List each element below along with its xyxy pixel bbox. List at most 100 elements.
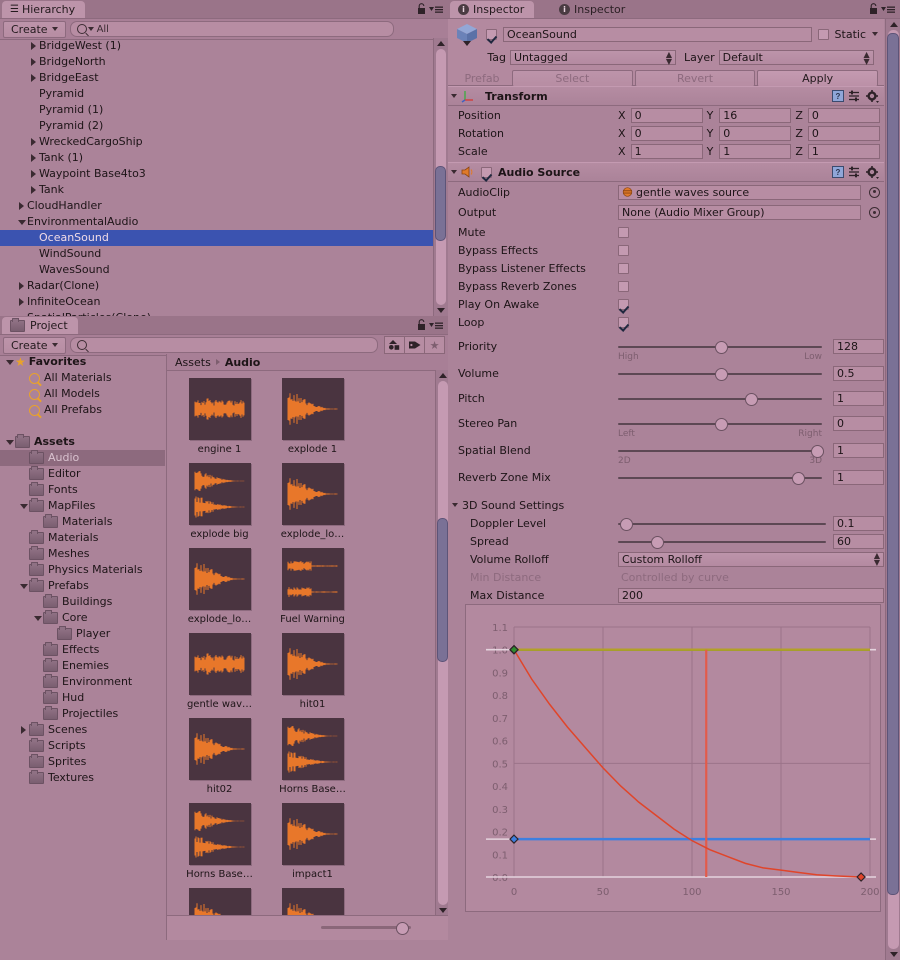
project-tree-item-materials[interactable]: Materials (0, 514, 165, 530)
tree-twisty[interactable] (28, 170, 39, 178)
project-tree-item-buildings[interactable]: Buildings (0, 594, 165, 610)
asset-thumbnail[interactable] (281, 463, 344, 525)
preset-icon[interactable] (849, 90, 861, 102)
project-tree-item-all-prefabs[interactable]: All Prefabs (0, 402, 165, 418)
project-tree-item-scripts[interactable]: Scripts (0, 738, 165, 754)
asset-zoom-slider-knob[interactable] (396, 922, 409, 935)
project-tree-item-projectiles[interactable]: Projectiles (0, 706, 165, 722)
hierarchy-item-environmentalaudio[interactable]: EnvironmentalAudio (0, 214, 433, 230)
transform-rotation-y-input[interactable]: 0 (719, 125, 792, 141)
breadcrumb[interactable]: Assets Audio (167, 354, 449, 371)
chevron-down-icon[interactable] (451, 94, 457, 98)
hierarchy-item-bridgeeast[interactable]: BridgeEast (0, 70, 433, 86)
asset-item[interactable]: engine 1 (179, 378, 260, 455)
audiosource-header[interactable]: Audio Source ? (448, 162, 884, 182)
transform-header[interactable]: Transform ? (448, 86, 884, 106)
project-tree-item-fonts[interactable]: Fonts (0, 482, 165, 498)
filter-by-type-button[interactable] (384, 336, 405, 354)
project-tree-item-meshes[interactable]: Meshes (0, 546, 165, 562)
panel-menu-icon[interactable] (429, 321, 443, 330)
hierarchy-item-bridgenorth[interactable]: BridgeNorth (0, 54, 433, 70)
tree-twisty[interactable] (4, 439, 15, 445)
static-checkbox[interactable] (817, 28, 829, 40)
project-create-button[interactable]: Create (3, 336, 66, 354)
transform-scale-x-input[interactable]: 1 (630, 143, 703, 159)
asset-thumbnail[interactable] (188, 633, 251, 695)
audio-slider-pitch-value-field[interactable]: 1 (833, 390, 884, 406)
doppler-slider[interactable] (618, 516, 826, 531)
audio-slider-stereo-pan-knob[interactable] (715, 417, 728, 431)
hierarchy-item-radar-clone[interactable]: Radar(Clone) (0, 278, 433, 294)
tree-twisty[interactable] (16, 202, 27, 210)
spread-value-field[interactable]: 60 (833, 533, 884, 549)
asset-item[interactable]: explode 1 (272, 378, 353, 455)
scroll-down-arrow-icon[interactable] (886, 949, 900, 960)
tab-hierarchy[interactable]: ☰ Hierarchy (2, 1, 86, 18)
audioclip-field[interactable]: gentle waves source (618, 184, 861, 200)
lock-icon[interactable] (417, 319, 426, 330)
chevron-down-icon[interactable] (451, 170, 457, 174)
scroll-up-arrow-icon[interactable] (434, 38, 448, 49)
output-picker-icon[interactable] (869, 207, 880, 218)
audioclip-picker-icon[interactable] (869, 186, 880, 198)
prefab-select-button[interactable]: Select (512, 69, 633, 87)
hierarchy-tree[interactable]: BridgeWest (1) BridgeNorth BridgeEast Pyram… (0, 38, 433, 316)
project-tree-item-player[interactable]: Player (0, 626, 165, 642)
audio-slider-reverb-zone-mix-track[interactable] (618, 470, 822, 485)
layer-dropdown[interactable]: Default ▲ ▼ (718, 50, 874, 65)
doppler-slider-knob[interactable] (620, 517, 633, 531)
tree-twisty[interactable] (32, 615, 43, 621)
asset-item[interactable]: impact2 (179, 888, 260, 916)
hierarchy-item-waypoint-base4to3[interactable]: Waypoint Base4to3 (0, 166, 433, 182)
audio-toggle-loop-checkbox[interactable] (618, 316, 629, 328)
favorites-button[interactable]: ★ (425, 336, 445, 354)
scroll-up-arrow-icon[interactable] (886, 19, 900, 30)
audio-slider-priority-value-field[interactable]: 128 (833, 338, 884, 354)
audio-slider-volume-track[interactable] (618, 366, 822, 381)
gear-icon[interactable] (866, 165, 879, 179)
prefab-apply-button[interactable]: Apply (757, 69, 879, 87)
audiosource-enabled-checkbox[interactable] (481, 166, 492, 178)
asset-item[interactable]: explode big (179, 463, 260, 540)
transform-rotation-z-input[interactable]: 0 (807, 125, 880, 141)
transform-position-z-input[interactable]: 0 (807, 107, 880, 123)
audio-toggle-play-on-awake-checkbox[interactable] (618, 298, 629, 310)
asset-item[interactable]: explode_lo… (179, 548, 260, 625)
project-tree-item-assets[interactable]: Assets (0, 434, 165, 450)
transform-position-y-input[interactable]: 16 (719, 107, 792, 123)
project-tree-item-prefabs[interactable]: Prefabs (0, 578, 165, 594)
spread-slider-knob[interactable] (651, 535, 664, 549)
hierarchy-item-windsound[interactable]: WindSound (0, 246, 433, 262)
tree-twisty[interactable] (18, 583, 29, 589)
asset-grid[interactable]: engine 1 explode 1 explode big explode_lo… e… (167, 370, 435, 916)
hierarchy-item-wreckedcargoship[interactable]: WreckedCargoShip (0, 134, 433, 150)
tree-twisty[interactable] (18, 503, 29, 509)
hierarchy-item-wavessound[interactable]: WavesSound (0, 262, 433, 278)
audio-slider-stereo-pan-track[interactable] (618, 416, 822, 431)
help-icon[interactable]: ? (832, 90, 844, 102)
asset-item[interactable]: gentle wav… (179, 633, 260, 710)
transform-scale-z-input[interactable]: 1 (807, 143, 880, 159)
panel-menu-icon[interactable] (429, 5, 443, 14)
preset-icon[interactable] (849, 166, 861, 178)
asset-thumbnail[interactable] (281, 633, 344, 695)
tree-twisty[interactable] (28, 154, 39, 162)
hierarchy-create-button[interactable]: Create (3, 20, 66, 38)
project-tree-item-audio[interactable]: Audio (0, 450, 165, 466)
project-tree-item-scenes[interactable]: Scenes (0, 722, 165, 738)
audio-slider-volume-knob[interactable] (715, 367, 728, 381)
asset-thumbnail[interactable] (188, 463, 251, 525)
breadcrumb-assets[interactable]: Assets (175, 356, 211, 369)
gameobject-name-input[interactable] (503, 26, 812, 42)
project-tree-item-favorites[interactable]: ★ Favorites (0, 354, 165, 370)
tab-inspector-2[interactable]: i Inspector (551, 1, 636, 18)
output-field[interactable]: None (Audio Mixer Group) (618, 205, 861, 220)
transform-scale-y-input[interactable]: 1 (719, 143, 792, 159)
asset-thumbnail[interactable] (188, 888, 251, 916)
scroll-down-arrow-icon[interactable] (434, 305, 448, 316)
asset-thumbnail[interactable] (188, 803, 251, 865)
audio-slider-spatial-blend-value-field[interactable]: 1 (833, 442, 884, 458)
transform-position-x-input[interactable]: 0 (630, 107, 703, 123)
tree-twisty[interactable] (16, 282, 27, 290)
asset-item[interactable]: Horns Base… (179, 803, 260, 880)
